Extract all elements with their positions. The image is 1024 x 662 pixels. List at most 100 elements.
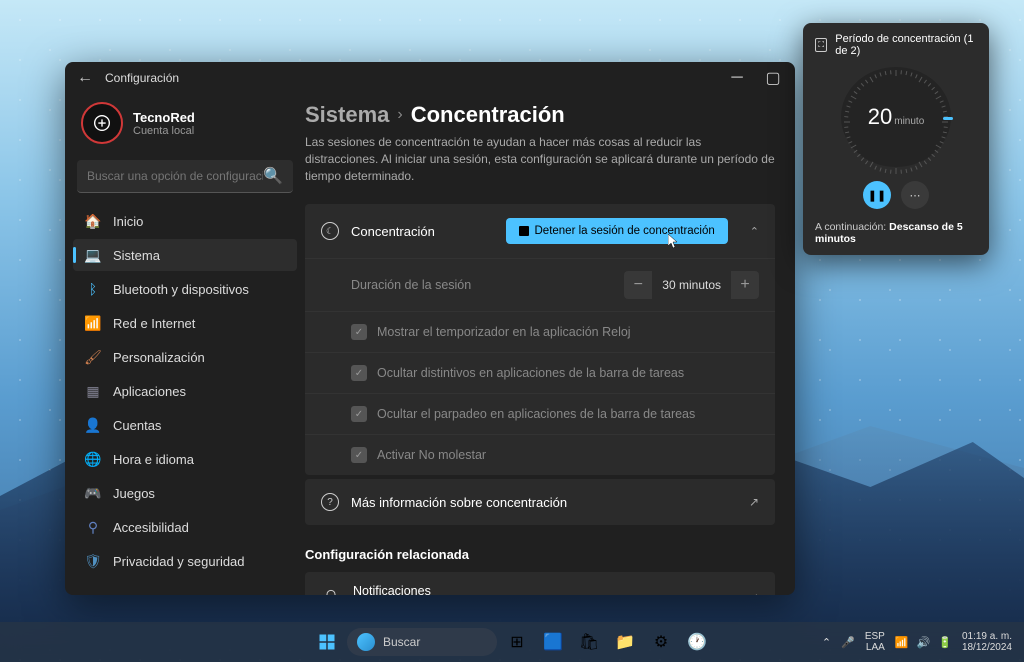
option-label: Ocultar distintivos en aplicaciones de l… [377, 366, 759, 380]
external-link-icon: ↗ [749, 495, 759, 509]
focus-card-header: ☾ Concentración Detener la sesión de con… [305, 204, 775, 258]
info-icon: ? [321, 493, 339, 511]
nav-icon: ⚲ [85, 519, 101, 535]
option-label: Ocultar el parpadeo en aplicaciones de l… [377, 407, 759, 421]
store-icon[interactable]: 🛍 [573, 626, 605, 658]
clock-icon[interactable]: 🕐 [681, 626, 713, 658]
nav-icon: ▦ [85, 383, 101, 399]
nav-icon: 🏠 [85, 213, 101, 229]
nav-icon: 📶 [85, 315, 101, 331]
nav-icon: 👤 [85, 417, 101, 433]
option-row: ✓ Activar No molestar [305, 434, 775, 475]
info-title: Más información sobre concentración [351, 495, 737, 510]
mic-icon[interactable]: 🎤 [841, 636, 855, 649]
duration-stepper: − 30 minutos + [624, 271, 759, 299]
option-label: Mostrar el temporizador en la aplicación… [377, 325, 759, 339]
sidebar-item-juegos[interactable]: 🎮Juegos [73, 477, 297, 509]
search-input[interactable] [87, 169, 263, 183]
sidebar-item-label: Cuentas [113, 418, 161, 433]
profile-name: TecnoRed [133, 110, 195, 125]
focus-widget: ⛶ Período de concentración (1 de 2) 20mi… [803, 23, 989, 255]
settings-icon[interactable]: ⚙ [645, 626, 677, 658]
checkbox[interactable]: ✓ [351, 365, 367, 381]
clock[interactable]: 01:19 a. m.18/12/2024 [962, 631, 1012, 653]
sidebar-item-label: Personalización [113, 350, 205, 365]
widget-title: Período de concentración (1 de 2) [835, 33, 977, 57]
sidebar-item-label: Aplicaciones [113, 384, 186, 399]
back-button[interactable]: ← [73, 66, 97, 90]
duration-row: Duración de la sesión − 30 minutos + [305, 258, 775, 311]
search-circle-icon [357, 633, 375, 651]
duration-label: Duración de la sesión [351, 278, 624, 292]
notifications-card[interactable]: Notificaciones Alertas de aplicaciones y… [305, 572, 775, 595]
sidebar-item-aplicaciones[interactable]: ▦ Aplicaciones [73, 375, 297, 407]
wifi-icon[interactable]: 📶 [895, 636, 909, 649]
more-button[interactable]: ⋯ [901, 181, 929, 209]
notif-title: Notificaciones [353, 584, 733, 595]
window-title: Configuración [105, 71, 179, 85]
sidebar-item-windows-update[interactable]: ↻Windows Update [73, 579, 297, 587]
subtitle: Las sesiones de concentración te ayudan … [305, 134, 775, 184]
copilot-icon[interactable]: 🟦 [537, 626, 569, 658]
volume-icon[interactable]: 🔊 [917, 636, 931, 649]
task-view-icon[interactable]: ⊞ [501, 626, 533, 658]
nav-icon: 🖌 [85, 349, 101, 365]
profile[interactable]: TecnoRed Cuenta local [73, 94, 297, 160]
bell-icon [321, 587, 341, 595]
info-card[interactable]: ? Más información sobre concentración ↗ [305, 479, 775, 525]
nav-icon: 🛡 [85, 553, 101, 569]
sidebar-item-hora-e-idioma[interactable]: 🌐 Hora e idioma [73, 443, 297, 475]
sidebar-item-red-e-internet[interactable]: 📶 Red e Internet [73, 307, 297, 339]
focus-card: ☾ Concentración Detener la sesión de con… [305, 204, 775, 475]
explorer-icon[interactable]: 📁 [609, 626, 641, 658]
sidebar-item-label: Inicio [113, 214, 143, 229]
avatar [81, 102, 123, 144]
chevron-up-tray-icon[interactable]: ⌃ [822, 636, 831, 649]
checkbox[interactable]: ✓ [351, 447, 367, 463]
nav-icon: 🌐 [85, 451, 101, 467]
profile-type: Cuenta local [133, 125, 195, 137]
breadcrumb-parent[interactable]: Sistema [305, 102, 389, 128]
titlebar: ← Configuración ─ ▢ [65, 62, 795, 94]
duration-value: 30 minutos [652, 272, 731, 298]
checkbox[interactable]: ✓ [351, 406, 367, 422]
sidebar-item-personalización[interactable]: 🖌 Personalización [73, 341, 297, 373]
sidebar-item-label: Accesibilidad [113, 520, 189, 535]
taskbar-search[interactable]: Buscar [347, 628, 497, 656]
language-indicator[interactable]: ESPLAA [865, 631, 885, 653]
nav-icon: 🎮 [85, 485, 101, 501]
stepper-minus-button[interactable]: − [624, 271, 652, 299]
search-box[interactable]: 🔍 [77, 160, 293, 193]
next-label: A continuación: Descanso de 5 minutos [815, 221, 977, 245]
sidebar-item-label: Hora e idioma [113, 452, 194, 467]
maximize-button[interactable]: ▢ [759, 64, 787, 92]
timer-circle: 20minuto [841, 67, 951, 167]
fullscreen-icon[interactable]: ⛶ [815, 38, 827, 52]
chevron-right-icon: › [755, 591, 759, 595]
focus-icon: ☾ [321, 222, 339, 240]
sidebar-item-cuentas[interactable]: 👤 Cuentas [73, 409, 297, 441]
sidebar-item-privacidad-y-seguridad[interactable]: 🛡Privacidad y seguridad [73, 545, 297, 577]
content: Sistema › Concentración Las sesiones de … [305, 94, 795, 595]
sidebar-item-label: Red e Internet [113, 316, 195, 331]
chevron-up-icon[interactable]: ⌃ [750, 225, 759, 238]
sidebar-item-sistema[interactable]: 💻Sistema [73, 239, 297, 271]
sidebar-item-inicio[interactable]: 🏠 Inicio [73, 205, 297, 237]
minimize-button[interactable]: ─ [723, 64, 751, 92]
nav-icon: ᛒ [85, 281, 101, 297]
sidebar: TecnoRed Cuenta local 🔍 🏠Inicio💻Sistemaᛒ… [65, 94, 305, 595]
pause-button[interactable]: ❚❚ [863, 181, 891, 209]
sidebar-item-accesibilidad[interactable]: ⚲ Accesibilidad [73, 511, 297, 543]
breadcrumb-current: Concentración [411, 102, 565, 128]
sidebar-item-bluetooth-y-dispositivos[interactable]: ᛒBluetooth y dispositivos [73, 273, 297, 305]
start-button[interactable] [311, 626, 343, 658]
related-heading: Configuración relacionada [305, 547, 775, 562]
stop-focus-button[interactable]: Detener la sesión de concentración [506, 218, 728, 244]
checkbox[interactable]: ✓ [351, 324, 367, 340]
option-label: Activar No molestar [377, 448, 759, 462]
stepper-plus-button[interactable]: + [731, 271, 759, 299]
settings-window: ← Configuración ─ ▢ TecnoRed Cuenta loca… [65, 62, 795, 595]
option-row: ✓ Ocultar el parpadeo en aplicaciones de … [305, 393, 775, 434]
battery-icon[interactable]: 🔋 [938, 636, 952, 649]
chevron-right-icon: › [397, 106, 402, 124]
